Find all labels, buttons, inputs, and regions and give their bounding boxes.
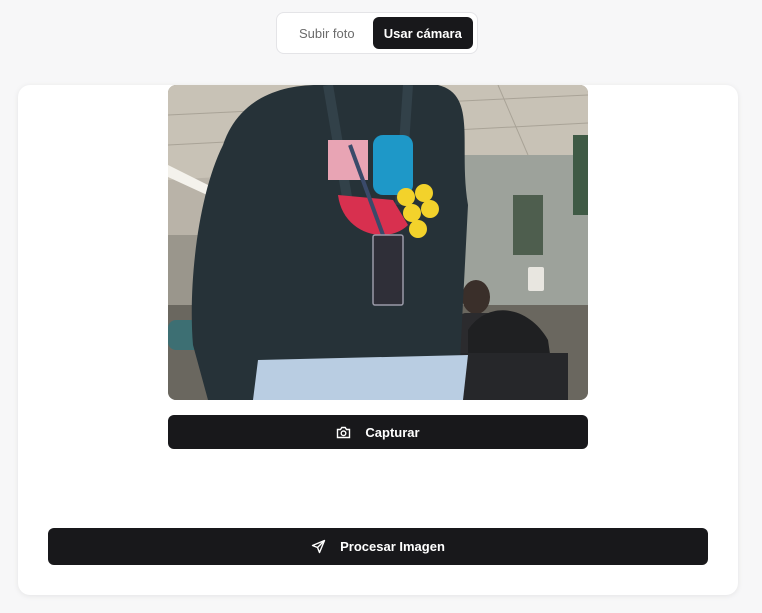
use-camera-tab[interactable]: Usar cámara bbox=[372, 17, 473, 49]
camera-preview-image bbox=[168, 85, 588, 400]
upload-photo-tab[interactable]: Subir foto bbox=[281, 17, 373, 49]
capture-button[interactable]: Capturar bbox=[168, 415, 588, 449]
process-image-button-label: Procesar Imagen bbox=[340, 539, 445, 554]
camera-card: Capturar Procesar Imagen bbox=[18, 85, 738, 595]
capture-button-label: Capturar bbox=[365, 424, 420, 440]
process-image-button[interactable]: Procesar Imagen bbox=[48, 528, 708, 565]
camera-preview bbox=[168, 85, 588, 400]
mode-toggle: Subir foto Usar cámara bbox=[276, 12, 478, 54]
camera-icon bbox=[336, 426, 351, 439]
send-icon bbox=[311, 539, 326, 554]
